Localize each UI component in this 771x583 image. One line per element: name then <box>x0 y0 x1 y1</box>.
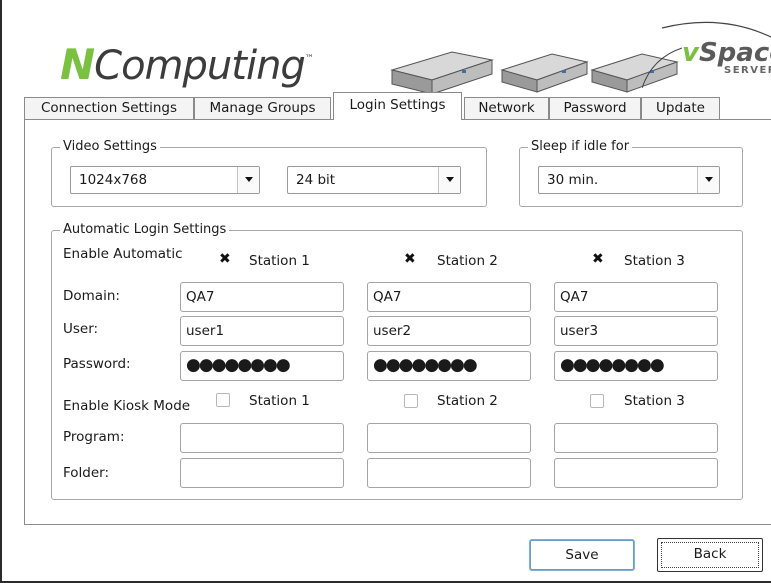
tab-update[interactable]: Update <box>641 97 720 119</box>
save-button[interactable]: Save <box>530 540 634 570</box>
kiosk-station-3-label: Station 3 <box>624 393 685 409</box>
folder-label: Folder: <box>63 465 110 481</box>
color-depth-value: 24 bit <box>296 172 336 188</box>
auto-station-1-label: Station 1 <box>249 253 310 269</box>
kiosk-station-2-checkbox[interactable] <box>404 394 418 408</box>
auto-station-2-checkbox[interactable] <box>404 251 418 267</box>
auto-station-3-label: Station 3 <box>624 253 685 269</box>
program-field-station-2[interactable] <box>367 423 531 453</box>
user-label: User: <box>63 321 99 337</box>
auto-login-group: Automatic Login Settings Enable Automati… <box>51 222 743 500</box>
sleep-select[interactable]: 30 min. <box>538 166 720 194</box>
program-field-station-3[interactable] <box>554 423 718 453</box>
kiosk-station-3-checkbox[interactable] <box>590 394 604 408</box>
kiosk-station-1-checkbox[interactable] <box>216 393 230 407</box>
user-field-station-2[interactable]: user2 <box>367 316 531 346</box>
domain-field-station-2[interactable]: QA7 <box>367 282 531 312</box>
chevron-down-icon[interactable] <box>438 167 460 193</box>
auto-login-title: Automatic Login Settings <box>60 222 230 237</box>
enable-automatic-label: Enable Automatic <box>63 246 183 262</box>
chevron-down-icon[interactable] <box>237 167 259 193</box>
password-field-station-2[interactable]: ●●●●●●●● <box>367 351 531 381</box>
folder-field-station-2[interactable] <box>367 458 531 488</box>
folder-field-station-3[interactable] <box>554 458 718 488</box>
tab-connection-settings[interactable]: Connection Settings <box>24 97 194 119</box>
ncomputing-logo: NComputing™ <box>60 40 314 89</box>
resolution-value: 1024x768 <box>79 172 148 188</box>
user-field-station-3[interactable]: user3 <box>554 316 718 346</box>
domain-field-station-1[interactable]: QA7 <box>180 282 344 312</box>
password-field-station-1[interactable]: ●●●●●●●● <box>180 351 344 381</box>
program-field-station-1[interactable] <box>180 423 344 453</box>
chevron-down-icon[interactable] <box>697 167 719 193</box>
password-field-station-3[interactable]: ●●●●●●●● <box>554 351 718 381</box>
server-label: SERVER <box>724 65 771 76</box>
kiosk-station-2-label: Station 2 <box>437 393 498 409</box>
video-settings-title: Video Settings <box>60 139 160 154</box>
auto-station-2-label: Station 2 <box>437 253 498 269</box>
sleep-value: 30 min. <box>547 172 599 188</box>
settings-window: NComputing™ vSpace™ SERVER Connection Se… <box>0 0 771 583</box>
auto-station-3-checkbox[interactable] <box>592 251 606 267</box>
sleep-title: Sleep if idle for <box>528 139 633 154</box>
password-label: Password: <box>63 356 131 372</box>
color-depth-select[interactable]: 24 bit <box>287 166 461 194</box>
program-label: Program: <box>63 429 125 445</box>
domain-field-station-3[interactable]: QA7 <box>554 282 718 312</box>
auto-station-1-checkbox[interactable] <box>219 251 233 267</box>
tab-network[interactable]: Network <box>464 97 549 119</box>
user-field-station-1[interactable]: user1 <box>180 316 344 346</box>
login-settings-panel: Video Settings 1024x768 24 bit Sleep if … <box>24 119 771 525</box>
resolution-select[interactable]: 1024x768 <box>70 166 260 194</box>
sleep-group: Sleep if idle for 30 min. <box>519 139 743 207</box>
vspace-logo: vSpace™ <box>682 38 771 68</box>
tab-login-settings[interactable]: Login Settings <box>333 92 462 120</box>
kiosk-mode-label: Enable Kiosk Mode <box>63 398 191 414</box>
back-button[interactable]: Back <box>657 538 763 572</box>
tab-manage-groups[interactable]: Manage Groups <box>194 97 331 119</box>
folder-field-station-1[interactable] <box>180 458 344 488</box>
tab-password[interactable]: Password <box>549 97 641 119</box>
domain-label: Domain: <box>63 288 120 304</box>
kiosk-station-1-label: Station 1 <box>249 393 310 409</box>
video-settings-group: Video Settings 1024x768 24 bit <box>51 139 487 207</box>
back-button-label: Back <box>661 542 759 568</box>
